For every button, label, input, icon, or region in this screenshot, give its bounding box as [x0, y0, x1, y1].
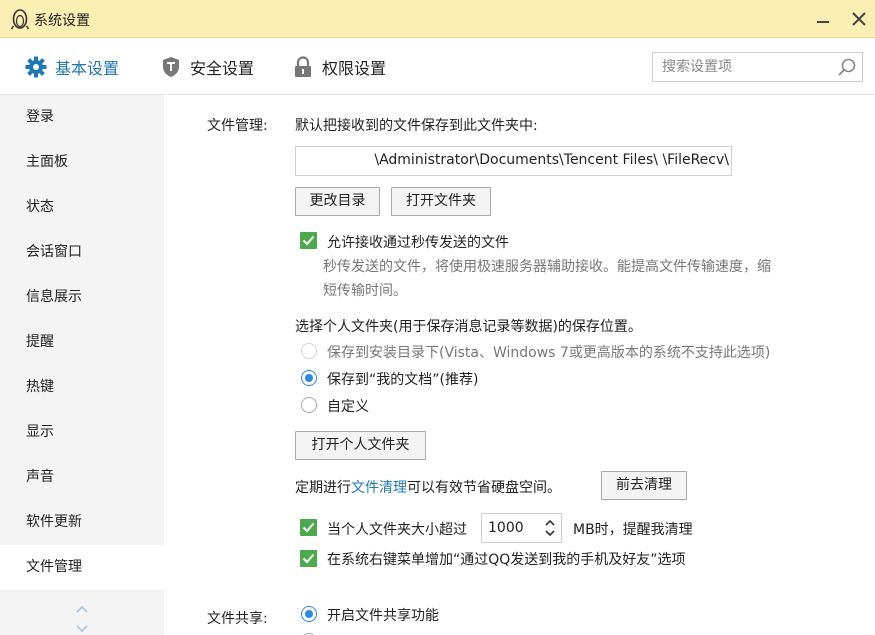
radio-custom-label: 自定义 — [327, 399, 369, 415]
sidebar: 登录 主面板 状态 会话窗口 信息展示 提醒 热键 显示 声音 软件更新 文件管… — [0, 95, 164, 635]
close-icon[interactable] — [850, 10, 868, 28]
size-warning-prefix: 当个人文件夹大小超过 — [327, 522, 467, 538]
open-folder-button[interactable]: 打开文件夹 — [391, 187, 491, 216]
tab-label: 基本设置 — [55, 58, 120, 78]
enable-file-sharing-label: 开启文件共享功能 — [327, 608, 439, 624]
main-content: 文件管理: 默认把接收到的文件保存到此文件夹中: \Administrator\… — [164, 95, 875, 635]
title-bar: 系统设置 — [0, 0, 875, 38]
context-menu-label: 在系统右键菜单增加“通过QQ发送到我的手机及好友”选项 — [327, 552, 686, 568]
radio-install-dir-label: 保存到安装目录下(Vista、Windows 7或更高版本的系统不支持此选项) — [327, 345, 771, 361]
search-box — [652, 52, 863, 82]
size-limit-value: 1000 — [488, 520, 524, 536]
tab-basic-settings[interactable]: 基本设置 — [25, 38, 119, 95]
search-input[interactable] — [653, 53, 833, 81]
shield-icon — [163, 56, 179, 77]
save-path-field[interactable]: \Administrator\Documents\Tencent Files\ … — [295, 146, 732, 176]
radio-custom[interactable] — [301, 397, 317, 413]
allow-flash-label: 允许接收通过秒传发送的文件 — [327, 235, 509, 251]
sidebar-item-chat-window[interactable]: 会话窗口 — [0, 230, 164, 275]
sidebar-item-software-update[interactable]: 软件更新 — [0, 500, 164, 545]
sidebar-item-hotkeys[interactable]: 热键 — [0, 365, 164, 410]
tab-label: 安全设置 — [190, 58, 255, 78]
search-icon[interactable] — [837, 57, 857, 77]
window-title: 系统设置 — [34, 13, 90, 29]
cleanup-text: 定期进行文件清理可以有效节省硬盘空间。 — [295, 477, 561, 497]
section-label-file-sharing: 文件共享: — [207, 611, 268, 627]
sidebar-item-reminders[interactable]: 提醒 — [0, 320, 164, 365]
penguin-icon — [11, 9, 29, 30]
tab-permission-settings[interactable]: 权限设置 — [292, 38, 386, 95]
tab-security-settings[interactable]: 安全设置 — [160, 38, 254, 95]
personal-folder-label: 选择个人文件夹(用于保存消息记录等数据)的保存位置。 — [295, 319, 642, 335]
save-to-label: 默认把接收到的文件保存到此文件夹中: — [295, 118, 538, 134]
radio-install-dir[interactable] — [301, 343, 317, 359]
open-personal-folder-button[interactable]: 打开个人文件夹 — [295, 431, 426, 460]
sidebar-item-login[interactable]: 登录 — [0, 95, 164, 140]
gear-icon — [25, 56, 47, 77]
size-limit-stepper[interactable]: 1000 — [481, 513, 562, 543]
lock-icon — [295, 55, 311, 77]
size-warning-suffix: MB时，提醒我清理 — [573, 522, 693, 538]
cleanup-suffix: 可以有效节省硬盘空间。 — [407, 480, 561, 496]
sidebar-item-main-panel[interactable]: 主面板 — [0, 140, 164, 185]
stepper-arrows-icon[interactable] — [543, 517, 557, 539]
go-cleanup-button[interactable]: 前去清理 — [601, 471, 687, 500]
sidebar-item-display[interactable]: 显示 — [0, 410, 164, 455]
size-warning-checkbox[interactable] — [300, 519, 317, 536]
save-path-value: \Administrator\Documents\Tencent Files\ … — [374, 152, 729, 168]
section-label-file-management: 文件管理: — [207, 118, 268, 134]
sidebar-item-sound[interactable]: 声音 — [0, 455, 164, 500]
radio-my-documents-label: 保存到“我的文档”(推荐) — [327, 372, 479, 388]
tabs-bar: 基本设置 安全设置 权限设置 — [0, 38, 875, 95]
radio-my-documents[interactable] — [301, 370, 317, 386]
context-menu-checkbox[interactable] — [300, 550, 317, 567]
sidebar-scroll-arrows-icon[interactable] — [74, 603, 90, 635]
sidebar-item-file-management[interactable]: 文件管理 — [0, 545, 164, 590]
minimize-icon[interactable] — [814, 10, 832, 28]
cleanup-prefix: 定期进行 — [295, 480, 351, 496]
sidebar-item-info-display[interactable]: 信息展示 — [0, 275, 164, 320]
allow-flash-description: 秒传发送的文件，将使用极速服务器辅助接收。能提高文件传输速度，缩短传输时间。 — [323, 259, 771, 299]
sidebar-item-status[interactable]: 状态 — [0, 185, 164, 230]
allow-flash-checkbox[interactable] — [300, 232, 317, 249]
change-directory-button[interactable]: 更改目录 — [295, 187, 380, 216]
file-cleanup-link[interactable]: 文件清理 — [351, 480, 407, 496]
radio-enable-file-sharing[interactable] — [301, 606, 317, 622]
tab-label: 权限设置 — [322, 58, 387, 78]
